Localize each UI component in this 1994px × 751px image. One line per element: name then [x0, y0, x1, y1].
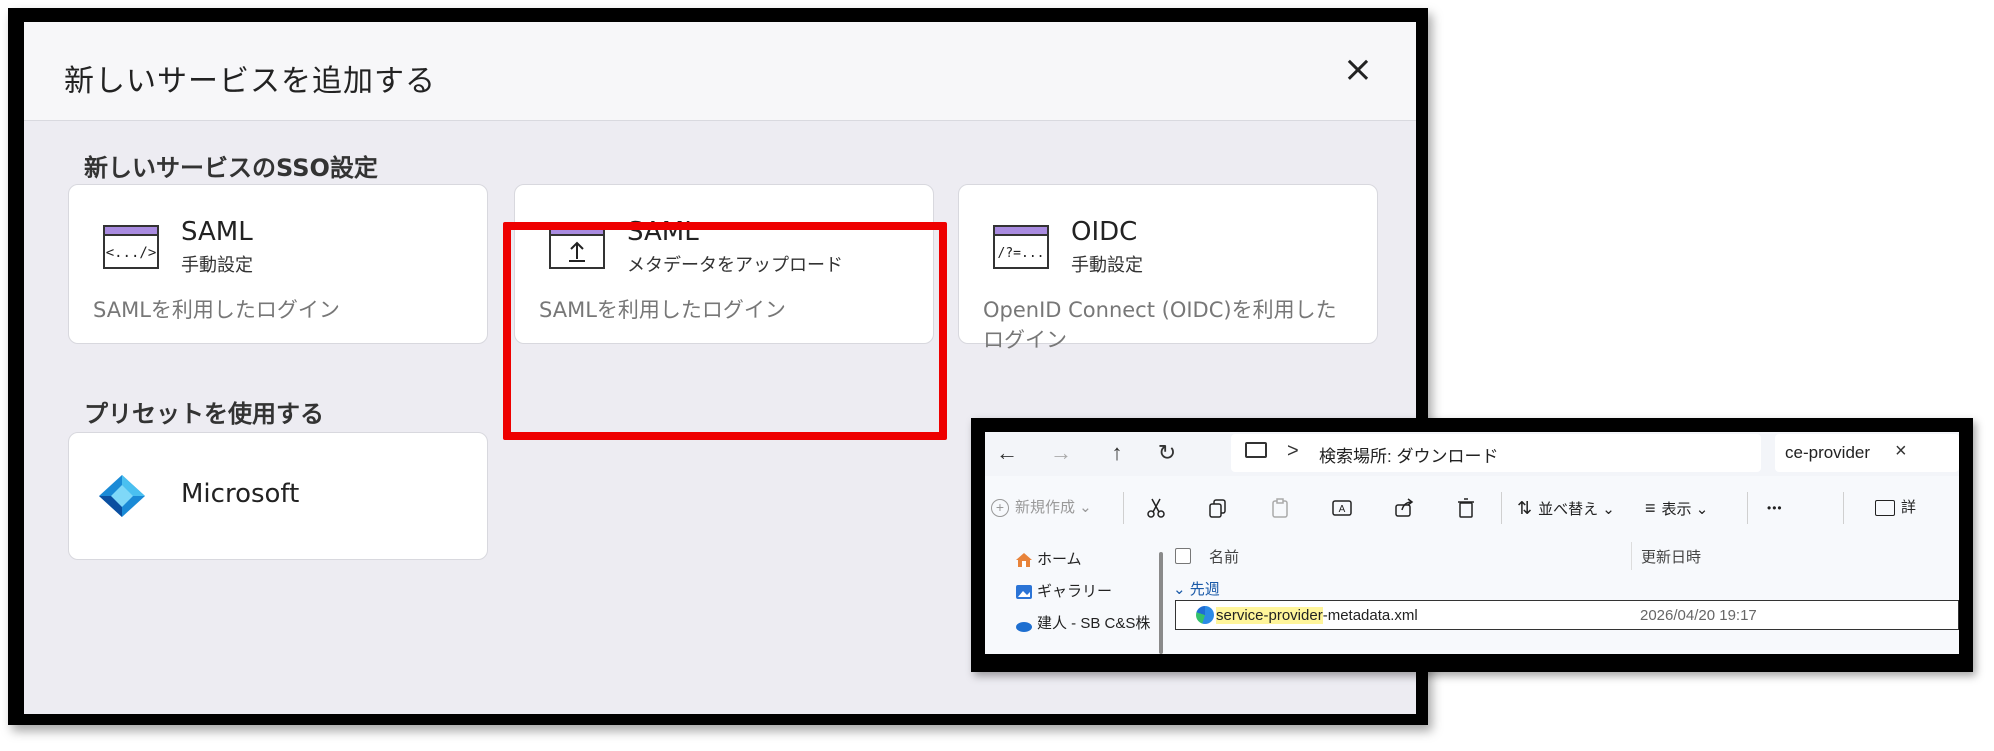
column-header-name[interactable]: 名前 — [1209, 546, 1239, 567]
nav-item-label: 建人 - SB C&S株 — [1037, 615, 1151, 632]
clipboard-icon — [1272, 498, 1288, 518]
code-window-icon: <.../> — [103, 225, 159, 269]
close-button[interactable]: × — [1338, 50, 1378, 90]
nav-item-home[interactable]: ホーム — [1015, 548, 1082, 569]
explorer-toolbar: + 新規作成 ⌄ A ⇅ 並べ替え ⌄ ≡ 表示 ⌄ ••• 詳 — [985, 482, 1959, 532]
toolbar-divider — [1501, 492, 1502, 524]
card-description: OpenID Connect (OIDC)を利用した ログイン — [983, 295, 1353, 355]
scissors-icon — [1147, 498, 1165, 518]
group-header[interactable]: ⌄ 先週 — [1173, 578, 1220, 599]
sort-button[interactable]: ⇅ 並べ替え ⌄ — [1517, 494, 1615, 522]
card-title: OIDC — [1071, 217, 1138, 247]
card-description-line: ログイン — [983, 328, 1067, 352]
up-button[interactable]: ↑ — [1101, 438, 1133, 468]
rename-icon: A — [1332, 500, 1352, 516]
gallery-icon — [1016, 585, 1032, 600]
forward-button[interactable]: → — [1045, 438, 1077, 468]
card-description: SAMLを利用したログイン — [539, 298, 786, 322]
navigation-pane: ホーム ギャラリー 建人 - SB C&S株 — [985, 538, 1165, 654]
sso-section-title: 新しいサービスのSSO設定 — [84, 154, 378, 182]
nav-item-gallery[interactable]: ギャラリー — [1015, 580, 1112, 601]
saml-manual-card[interactable]: <.../> SAML 手動設定 SAMLを利用したログイン — [68, 184, 488, 344]
column-divider[interactable] — [1631, 542, 1632, 570]
microsoft-preset-card[interactable]: Microsoft — [68, 432, 488, 560]
card-title: SAML — [627, 217, 699, 247]
cut-button[interactable] — [1145, 494, 1167, 522]
search-match-highlight: service-provider — [1216, 607, 1323, 624]
azure-logo-icon — [99, 475, 145, 517]
file-name-rest: -metadata.xml — [1322, 607, 1418, 624]
card-subtitle: 手動設定 — [1071, 255, 1143, 276]
group-label: 先週 — [1189, 581, 1220, 598]
preset-section-title: プリセットを使用する — [84, 400, 324, 428]
address-path: 検索場所: ダウンロード — [1319, 447, 1499, 466]
clear-search-icon[interactable]: × — [1895, 440, 1907, 463]
new-label: 新規作成 — [1015, 499, 1076, 516]
path-separator: > — [1287, 440, 1299, 462]
code-icon-text: <.../> — [106, 245, 157, 261]
details-label: 詳 — [1901, 499, 1917, 516]
oidc-manual-card[interactable]: /?=... OIDC 手動設定 OpenID Connect (OIDC)を利… — [958, 184, 1378, 352]
delete-button[interactable] — [1455, 494, 1477, 522]
refresh-button[interactable]: ↻ — [1151, 438, 1183, 468]
query-window-icon: /?=... — [993, 225, 1049, 269]
cloud-icon — [1016, 622, 1032, 633]
paste-button[interactable] — [1269, 494, 1291, 522]
edge-icon — [1196, 606, 1214, 624]
details-pane-button[interactable]: 詳 — [1875, 494, 1916, 522]
computer-icon — [1245, 442, 1267, 458]
sort-icon: ⇅ — [1517, 498, 1533, 518]
file-date: 2026/04/20 19:17 — [1640, 607, 1757, 624]
details-pane-icon — [1875, 500, 1895, 517]
view-list-icon: ≡ — [1645, 498, 1656, 518]
card-description: SAMLを利用したログイン — [93, 298, 340, 322]
nav-item-onedrive[interactable]: 建人 - SB C&S株 — [1015, 612, 1150, 633]
copy-button[interactable] — [1207, 494, 1229, 522]
dialog-header: 新しいサービスを追加する × — [24, 22, 1416, 121]
trash-icon — [1458, 498, 1474, 518]
address-bar[interactable]: > 検索場所: ダウンロード — [1231, 434, 1761, 472]
file-row[interactable]: service-provider-metadata.xml 2026/04/20… — [1175, 600, 1959, 630]
view-label: 表示 — [1661, 501, 1692, 518]
file-explorer-frame: ← → ↑ ↻ > 検索場所: ダウンロード ce-provider × + 新規… — [971, 418, 1973, 672]
select-all-checkbox[interactable] — [1175, 548, 1191, 564]
nav-item-label: ギャラリー — [1037, 583, 1113, 600]
toolbar-divider — [1123, 492, 1124, 524]
dialog-title: 新しいサービスを追加する — [64, 64, 436, 99]
file-explorer: ← → ↑ ↻ > 検索場所: ダウンロード ce-provider × + 新規… — [985, 432, 1959, 654]
rename-button[interactable]: A — [1331, 494, 1353, 522]
file-list: 名前 更新日時 ⌄ 先週 service-provider-metadata.x… — [1173, 538, 1959, 654]
card-title: SAML — [181, 217, 253, 247]
toolbar-divider — [1843, 492, 1844, 524]
svg-text:A: A — [1339, 504, 1346, 515]
more-options-button[interactable]: ••• — [1767, 494, 1783, 522]
file-name: service-provider-metadata.xml — [1216, 607, 1418, 624]
card-subtitle: メタデータをアップロード — [627, 255, 843, 276]
share-button[interactable] — [1393, 494, 1415, 522]
upload-window-icon — [549, 225, 605, 269]
sort-label: 並べ替え — [1538, 501, 1599, 518]
search-query: ce-provider — [1785, 443, 1871, 462]
search-input[interactable]: ce-provider × — [1775, 434, 1959, 472]
view-button[interactable]: ≡ 表示 ⌄ — [1645, 494, 1708, 522]
home-icon — [1016, 553, 1032, 568]
back-button[interactable]: ← — [991, 438, 1023, 468]
copy-icon — [1209, 499, 1226, 518]
nav-item-label: ホーム — [1037, 551, 1082, 568]
card-subtitle: 手動設定 — [181, 255, 253, 276]
share-icon — [1395, 498, 1414, 517]
query-icon-text: /?=... — [998, 246, 1045, 261]
card-title: Microsoft — [181, 479, 300, 509]
saml-metadata-upload-card[interactable]: SAML メタデータをアップロード SAMLを利用したログイン — [514, 184, 934, 344]
plus-icon: + — [991, 499, 1009, 517]
nav-scrollbar[interactable] — [1159, 552, 1163, 654]
column-header-date[interactable]: 更新日時 — [1641, 546, 1701, 567]
card-description-line: OpenID Connect (OIDC)を利用した — [983, 298, 1337, 322]
toolbar-divider — [1747, 492, 1748, 524]
address-row: ← → ↑ ↻ > 検索場所: ダウンロード ce-provider × — [985, 432, 1959, 476]
new-button[interactable]: + 新規作成 ⌄ — [991, 494, 1092, 522]
